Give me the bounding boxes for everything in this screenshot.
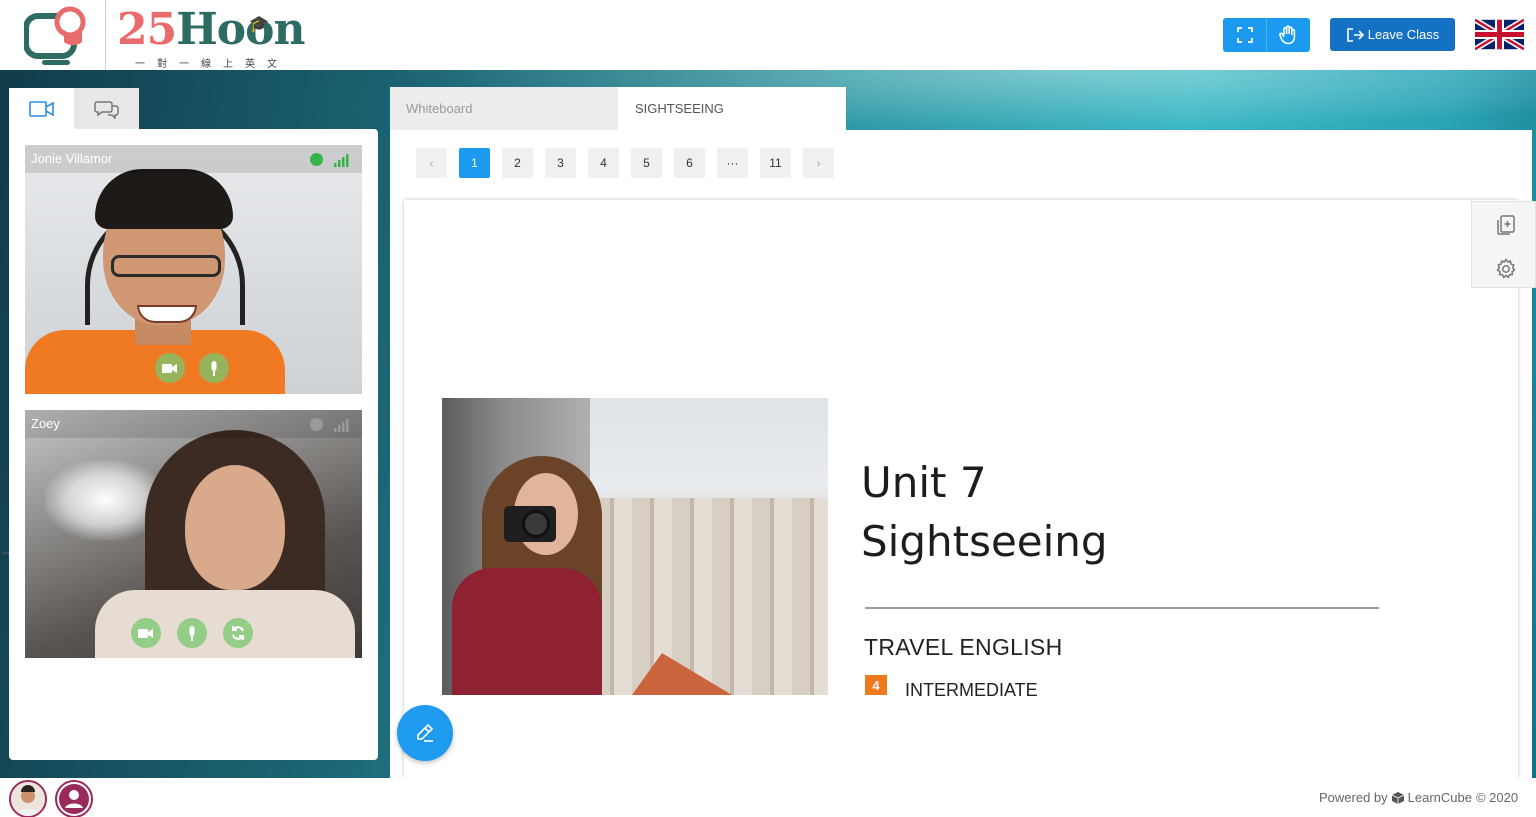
refresh-icon	[232, 626, 244, 640]
video-tile-teacher[interactable]: Jonie Villamor	[25, 145, 362, 394]
chat-bubbles-icon	[93, 100, 119, 119]
person-glasses	[111, 255, 221, 277]
person-face	[185, 465, 285, 590]
user-icon	[59, 784, 89, 814]
video-name-bar: Zoey	[25, 410, 362, 438]
next-page-button[interactable]: ›	[803, 148, 834, 178]
teacher-avatar[interactable]	[9, 780, 47, 817]
participant-name: Zoey	[31, 416, 60, 431]
course-name: TRAVEL ENGLISH	[864, 634, 1063, 660]
signal-strength-icon	[334, 419, 349, 432]
avatar-photo	[11, 782, 45, 816]
level-number-badge: 4	[865, 675, 887, 695]
person-hair	[95, 169, 233, 229]
video-name-bar: Jonie Villamor	[25, 145, 362, 173]
fullscreen-button[interactable]	[1223, 18, 1266, 52]
brand-word: Hoon	[176, 4, 305, 55]
raise-hand-button[interactable]	[1266, 18, 1309, 52]
tab-chat[interactable]	[74, 88, 139, 129]
camera-icon	[162, 363, 177, 373]
slide-divider	[865, 607, 1379, 609]
brand-logo: 25Hoon 🎓	[117, 4, 306, 56]
microphone-icon	[189, 625, 195, 641]
slide-side-toolbar	[1471, 201, 1536, 288]
slide-unit: Unit 7	[861, 458, 987, 507]
camera-toggle-button[interactable]	[155, 353, 185, 383]
learncube-logo-icon	[1391, 791, 1404, 804]
tab-video[interactable]	[9, 88, 74, 129]
tab-whiteboard[interactable]: Whiteboard	[390, 87, 618, 130]
switch-camera-button[interactable]	[223, 618, 253, 648]
view-controls	[1223, 18, 1310, 52]
logo-icon	[24, 6, 86, 65]
footer-bar	[0, 778, 1536, 817]
page-button[interactable]: 11	[760, 148, 791, 178]
camera-toggle-button[interactable]	[131, 618, 161, 648]
student-avatar[interactable]	[55, 780, 93, 817]
leave-class-button[interactable]: Leave Class	[1330, 18, 1455, 51]
settings-icon[interactable]	[1494, 257, 1518, 281]
photo-person-sweater	[452, 568, 602, 695]
online-status-dot	[310, 153, 323, 166]
page-button[interactable]: 1	[459, 148, 490, 178]
pencil-icon	[417, 723, 434, 742]
left-panel-tabs	[9, 88, 139, 129]
page-button[interactable]: 6	[674, 148, 705, 178]
photo-buildings	[592, 498, 828, 695]
prev-page-button[interactable]: ‹	[416, 148, 447, 178]
leave-class-label: Leave Class	[1367, 27, 1440, 42]
microphone-toggle-button[interactable]	[177, 618, 207, 648]
page-button[interactable]: 2	[502, 148, 533, 178]
copyright: © 2020	[1475, 790, 1519, 805]
page-button[interactable]: 5	[631, 148, 662, 178]
photo-camera-lens	[522, 510, 550, 538]
slide-title: Unit 7 Sightseeing	[861, 453, 1108, 571]
powered-by-label: Powered by	[1319, 790, 1388, 805]
offline-status-dot	[310, 418, 323, 431]
signal-strength-icon	[334, 154, 349, 167]
brand-number: 25	[117, 4, 177, 55]
exit-icon	[1346, 27, 1364, 42]
slide-topic: Sightseeing	[861, 517, 1108, 566]
draw-tool-button[interactable]	[397, 705, 453, 761]
page-ellipsis-button[interactable]: ···	[717, 148, 748, 178]
add-page-icon[interactable]	[1494, 213, 1518, 237]
hand-icon	[1279, 25, 1296, 45]
logo-divider	[105, 0, 106, 70]
microphone-toggle-button[interactable]	[199, 353, 229, 383]
slide-photo	[442, 398, 828, 695]
microphone-icon	[211, 360, 217, 376]
top-header: 25Hoon 🎓 一對一線上英文 Leave Class	[0, 0, 1536, 70]
brand-subtitle: 一對一線上英文	[135, 59, 289, 70]
slide-pagination: ‹ 1 2 3 4 5 6 ··· 11 ›	[416, 148, 834, 178]
page-button[interactable]: 4	[588, 148, 619, 178]
learncube-brand: LearnCube	[1407, 790, 1472, 805]
graduation-cap-icon: 🎓	[249, 14, 269, 33]
video-tile-student[interactable]: Zoey	[25, 410, 362, 658]
page-button[interactable]: 3	[545, 148, 576, 178]
uk-flag-icon[interactable]	[1475, 19, 1524, 50]
tab-sightseeing[interactable]: SIGHTSEEING	[618, 87, 846, 130]
person-smile	[137, 305, 197, 323]
participant-name: Jonie Villamor	[31, 151, 113, 166]
fullscreen-icon	[1236, 27, 1253, 43]
video-camera-icon	[28, 100, 54, 117]
level-name: INTERMEDIATE	[905, 680, 1038, 700]
camera-icon	[138, 628, 153, 638]
powered-by: Powered by LearnCube © 2020	[1319, 790, 1518, 805]
